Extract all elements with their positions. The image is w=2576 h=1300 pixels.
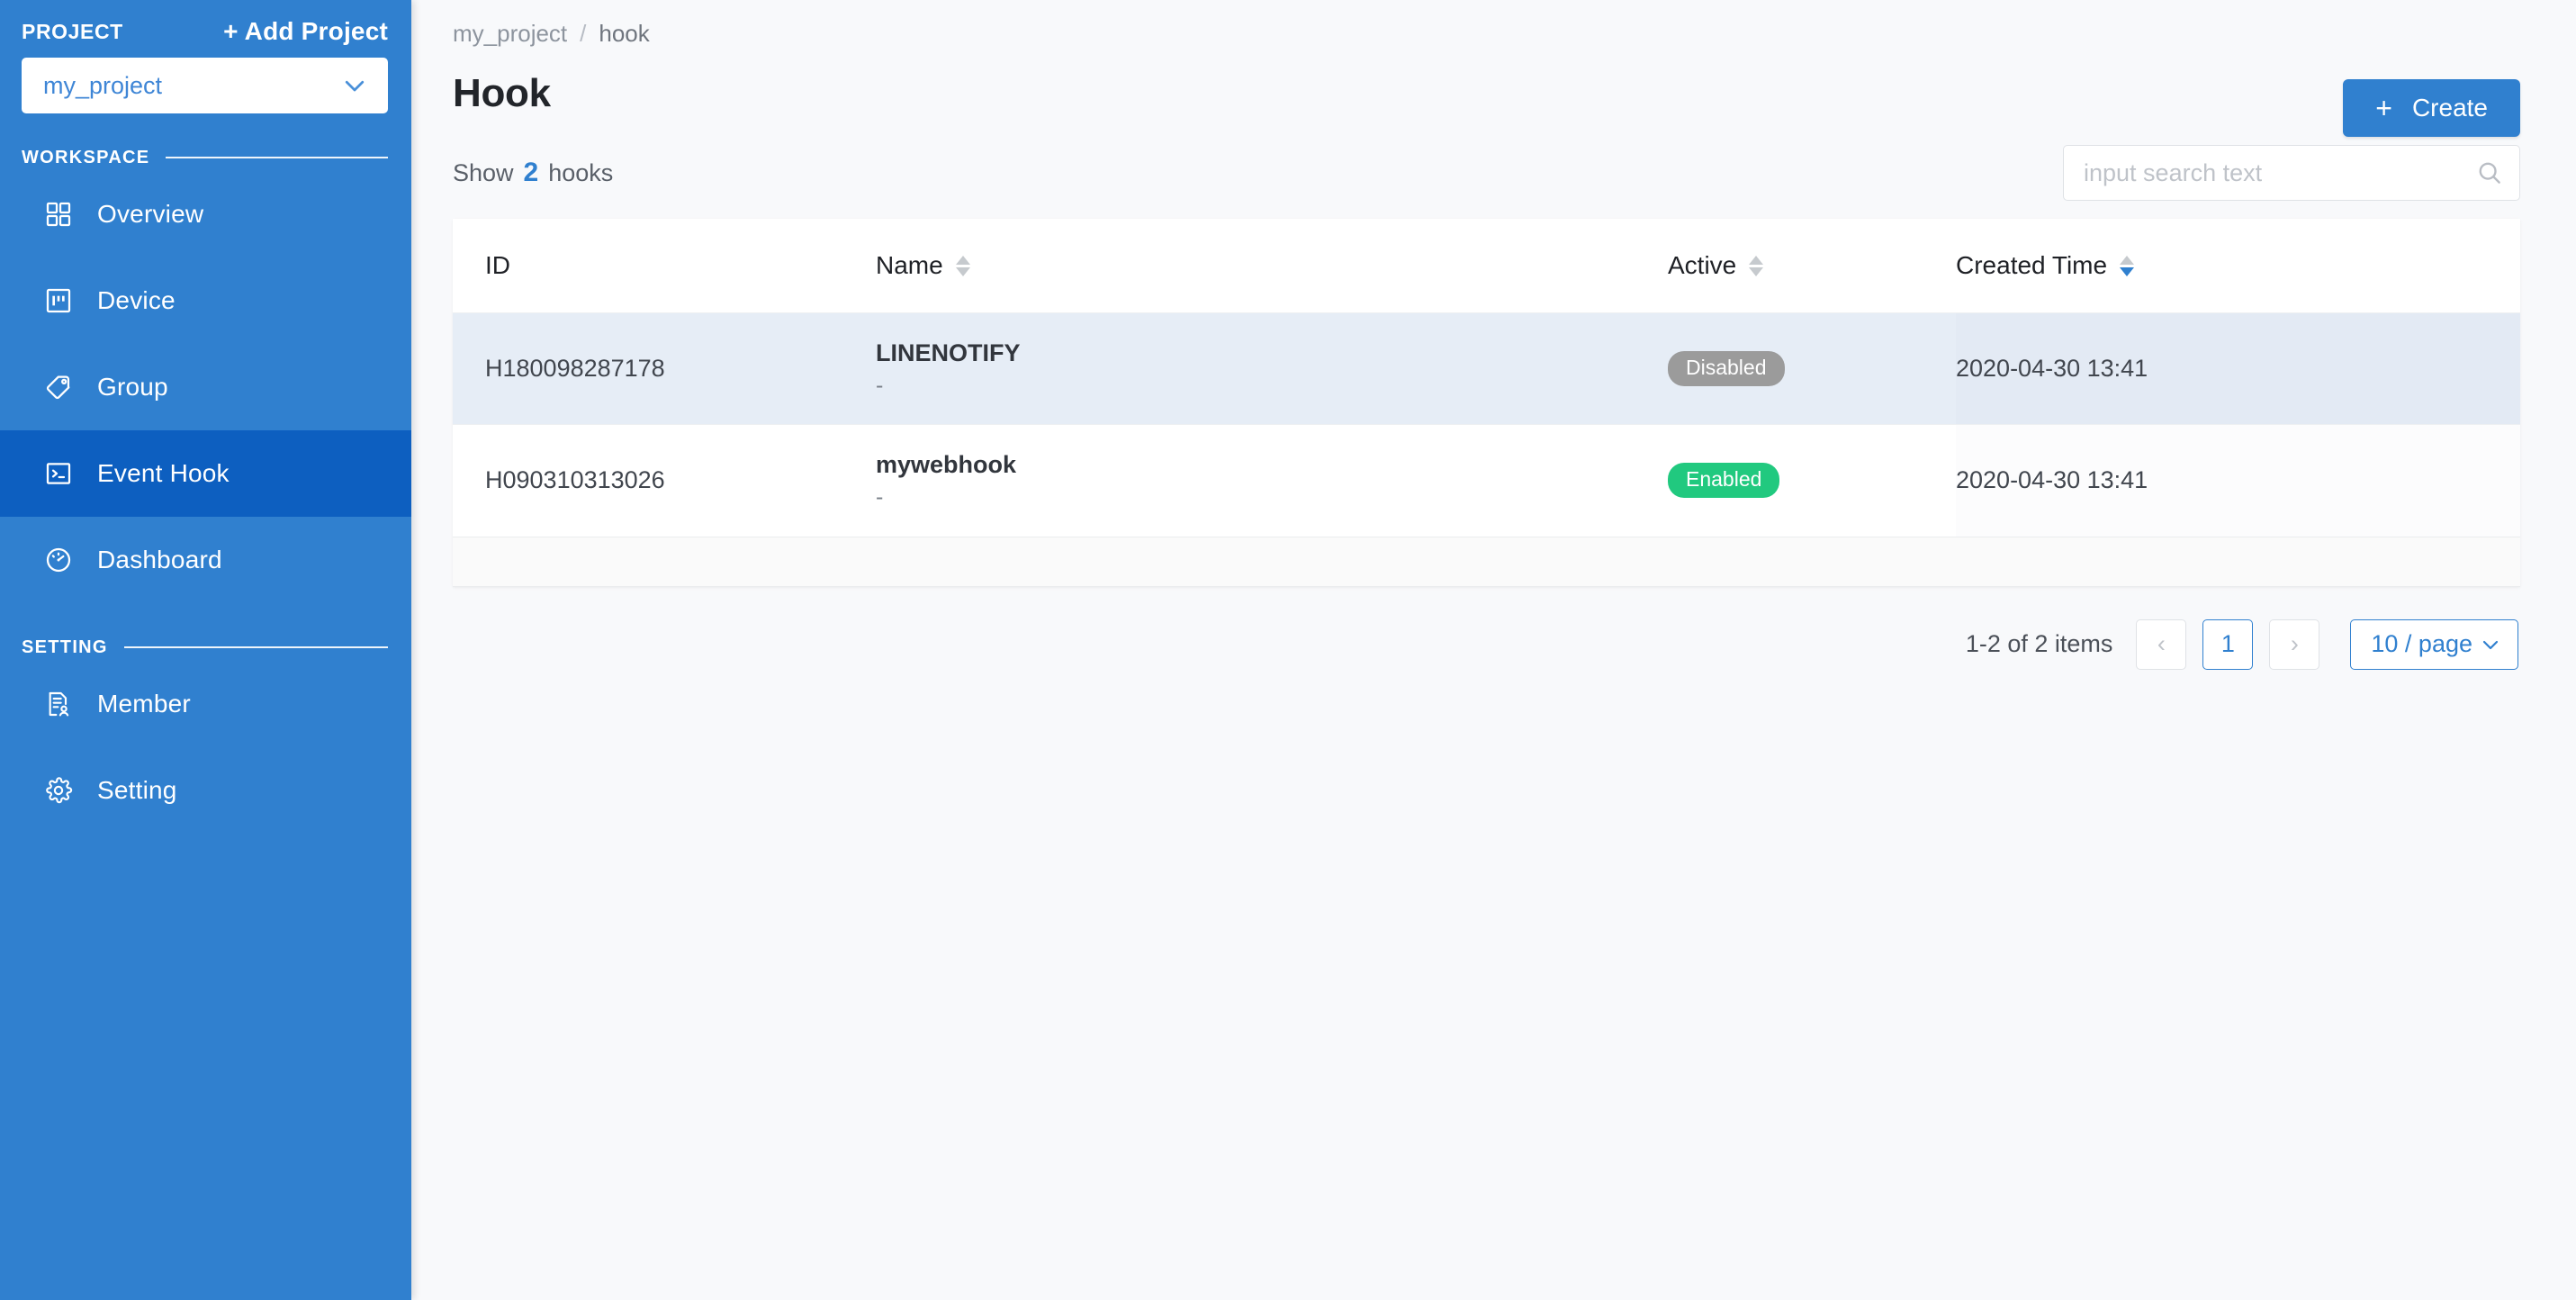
cell-active: Enabled [1668,424,1956,537]
status-badge: Enabled [1668,463,1780,499]
sort-icon-name[interactable] [955,255,970,276]
status-badge: Disabled [1668,351,1785,386]
terminal-icon [43,458,74,489]
sidebar-project-header: PROJECT + Add Project [0,0,411,50]
sidebar-item-label: Device [97,286,176,314]
show-prefix: Show [453,159,514,186]
table-head: ID Name Active Created Time [453,219,2520,313]
hook-count-summary: Show 2 hooks [453,158,613,188]
sidebar-section-title: SETTING [22,636,108,657]
column-header-label: ID [485,251,510,279]
create-button[interactable]: + Create [2343,79,2520,137]
chevron-down-icon [2480,634,2501,655]
show-suffix: hooks [548,159,614,186]
sidebar: PROJECT + Add Project my_project WORKSPA… [0,0,411,1300]
column-header-label: Name [876,251,943,279]
hooks-table: ID Name Active Created Time H18009828717… [453,219,2520,537]
sidebar-section-workspace: WORKSPACE [0,144,411,171]
column-header-label: Active [1668,251,1737,279]
cell-name: mywebhook - [876,424,1668,537]
gauge-icon [43,545,74,575]
project-label: PROJECT [22,19,123,43]
sidebar-item-label: Event Hook [97,459,230,487]
table-row[interactable]: H090310313026 mywebhook - Enabled 2020-0… [453,424,2520,537]
breadcrumb: my_project / hook [453,0,2520,48]
hook-count: 2 [523,158,539,187]
hook-description: - [876,483,884,510]
sidebar-section-setting: SETTING [0,634,411,661]
pagination-total: 1-2 of 2 items [1965,630,2113,657]
project-select[interactable]: my_project [22,58,388,113]
cell-active: Disabled [1668,312,1956,425]
pagination-page-1[interactable]: 1 [2202,618,2254,670]
toolbar: Show 2 hooks [453,143,2520,203]
page-title: Hook [453,71,551,115]
cell-created-time: 2020-04-30 13:41 [1956,312,2520,425]
sidebar-section-title: WORKSPACE [22,147,150,167]
table-header-row: ID Name Active Created Time [453,219,2520,313]
sidebar-item-label: Member [97,690,191,718]
table-footer [453,536,2520,587]
cell-id: H090310313026 [453,424,876,537]
sidebar-item-overview[interactable]: Overview [0,171,411,257]
search-input[interactable] [2084,158,2469,187]
member-icon [43,689,74,719]
sort-icon-created-time[interactable] [2120,255,2135,276]
sort-icon-active[interactable] [1749,255,1764,276]
gear-icon [43,775,74,806]
sidebar-item-dashboard[interactable]: Dashboard [0,517,411,603]
table-body: H180098287178 LINENOTIFY - Disabled 2020… [453,312,2520,537]
page-size-label: 10 / page [2371,630,2472,657]
column-header-id: ID [453,219,876,313]
create-button-label: Create [2411,94,2488,122]
sidebar-item-label: Group [97,373,168,401]
project-select-wrapper: my_project [0,50,411,113]
sidebar-item-member[interactable]: Member [0,661,411,747]
main-content: my_project / hook Hook + Create Show 2 h… [411,0,2576,1300]
cell-id: H180098287178 [453,312,876,425]
pagination-next-button[interactable]: › [2269,618,2320,670]
app-root: PROJECT + Add Project my_project WORKSPA… [0,0,2576,1300]
pagination: 1-2 of 2 items ‹ 1 › 10 / page [453,618,2520,670]
hook-description: - [876,372,884,398]
hooks-table-card: ID Name Active Created Time H18009828717… [453,219,2520,587]
table-row[interactable]: H180098287178 LINENOTIFY - Disabled 2020… [453,312,2520,425]
breadcrumb-separator: / [580,20,587,47]
column-header-active[interactable]: Active [1668,219,1956,313]
hook-name: LINENOTIFY [876,339,1021,366]
divider [123,646,388,648]
sidebar-item-group[interactable]: Group [0,344,411,430]
column-header-name[interactable]: Name [876,219,1668,313]
search-icon[interactable] [2476,159,2503,186]
breadcrumb-current: hook [599,20,650,47]
grid-icon [43,199,74,230]
cell-created-time: 2020-04-30 13:41 [1956,424,2520,537]
breadcrumb-root[interactable]: my_project [453,20,567,48]
sidebar-item-device[interactable]: Device [0,257,411,344]
plus-icon: + [2375,92,2392,124]
sidebar-item-setting[interactable]: Setting [0,747,411,834]
tag-icon [43,372,74,402]
project-select-value: my_project [43,71,163,99]
cell-name: LINENOTIFY - [876,312,1668,425]
sidebar-item-label: Overview [97,200,204,228]
sidebar-item-event-hook[interactable]: Event Hook [0,430,411,517]
device-icon [43,285,74,316]
add-project-button[interactable]: + Add Project [223,17,388,46]
column-header-label: Created Time [1956,251,2108,279]
sidebar-item-label: Dashboard [97,546,222,573]
divider [166,157,388,158]
column-header-created-time[interactable]: Created Time [1956,219,2520,313]
page-size-select[interactable]: 10 / page [2350,618,2518,670]
chevron-down-icon [341,72,368,99]
search-box[interactable] [2063,145,2520,201]
hook-name: mywebhook [876,450,1017,478]
pagination-prev-button[interactable]: ‹ [2136,618,2187,670]
sidebar-item-label: Setting [97,776,177,804]
